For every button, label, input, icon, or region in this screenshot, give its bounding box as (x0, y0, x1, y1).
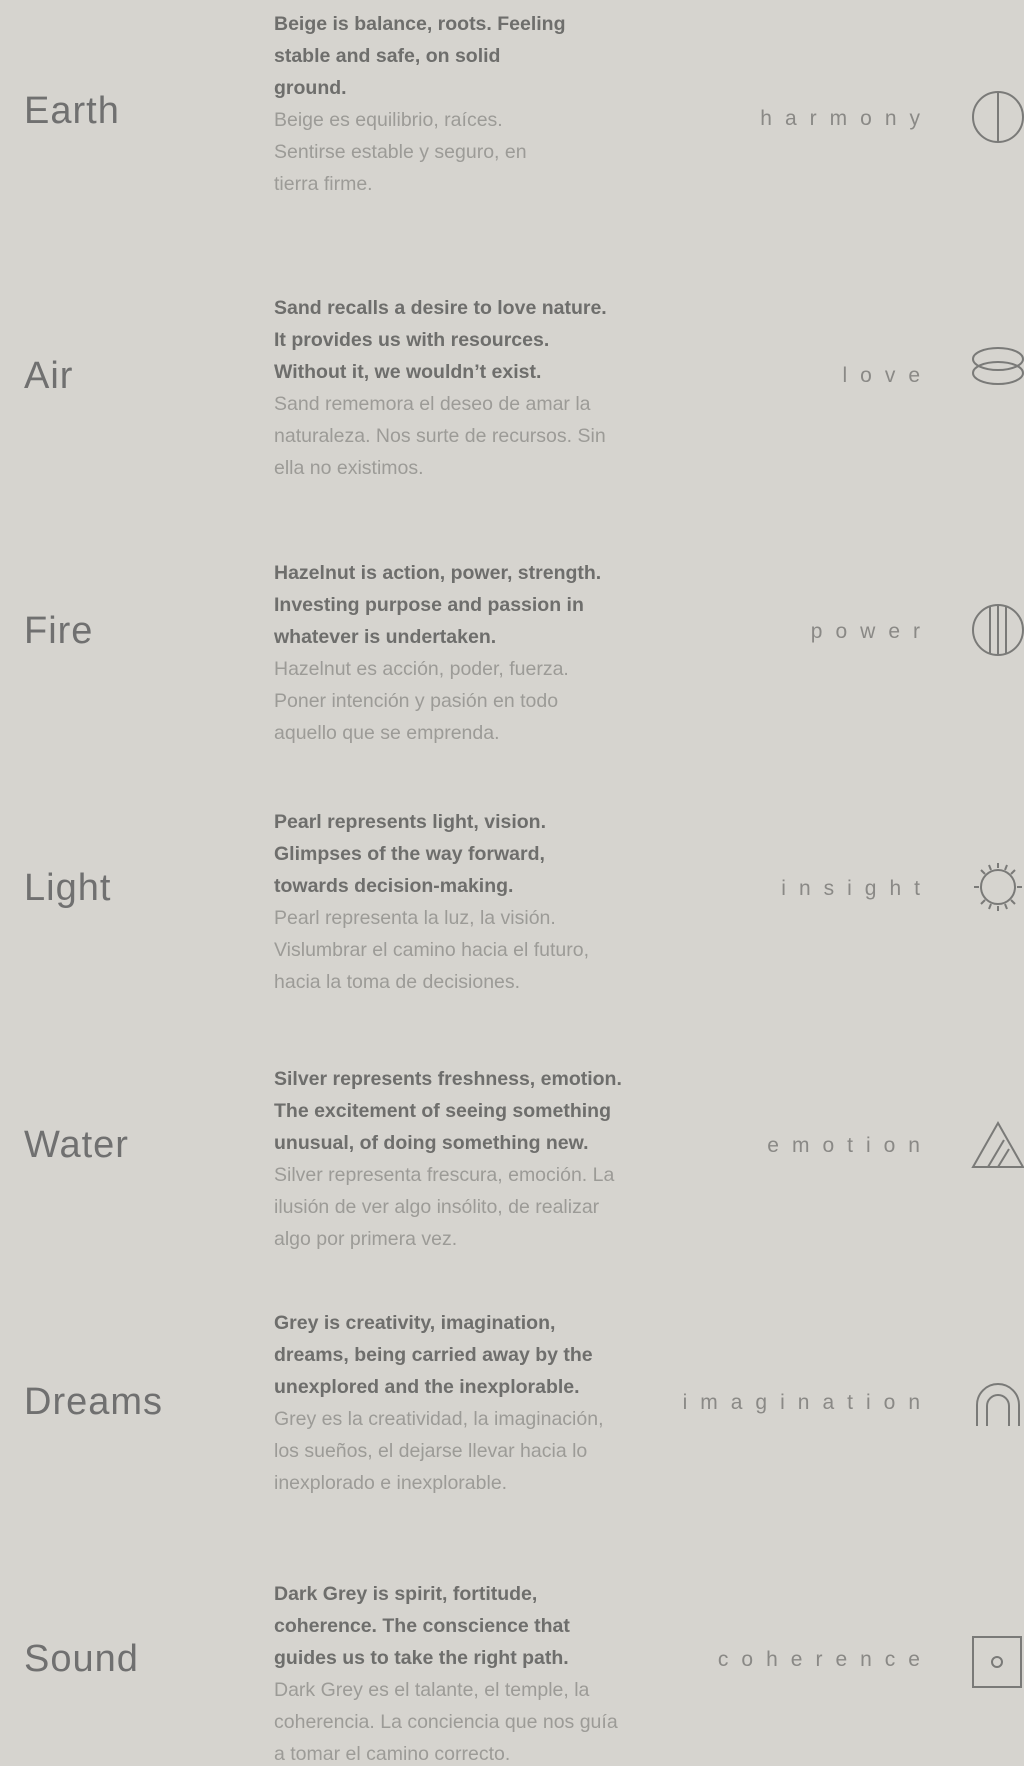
arch-icon (968, 1373, 1024, 1433)
spanish-text: Hazelnut es acción, poder, fuerza. Poner… (274, 658, 569, 744)
element-name: Light (24, 867, 112, 909)
square-dot-icon (968, 1631, 1024, 1691)
spanish-text: Beige es equilibrio, raíces. Sentirse es… (274, 109, 527, 195)
element-description: Dark Grey is spirit, fortitude, coherenc… (274, 1578, 624, 1766)
element-keyword: love (842, 364, 933, 387)
spanish-text: Grey es la creatividad, la imaginación, … (274, 1408, 604, 1494)
element-keyword: insight (781, 877, 933, 900)
element-keyword: imagination (682, 1391, 933, 1414)
sun-icon (968, 857, 1024, 917)
element-keyword: emotion (767, 1134, 933, 1157)
element-description: Pearl represents light, vision. Glimpses… (274, 806, 614, 998)
element-description: Grey is creativity, imagination, dreams,… (274, 1307, 624, 1499)
english-text: Hazelnut is action, power, strength. Inv… (274, 562, 602, 648)
element-name: Air (24, 355, 74, 397)
english-text: Pearl represents light, vision. Glimpses… (274, 811, 547, 897)
element-name: Fire (24, 610, 94, 652)
english-text: Silver represents freshness, emotion. Th… (274, 1068, 622, 1154)
element-keyword: harmony (760, 107, 933, 130)
spanish-text: Dark Grey es el talante, el temple, la c… (274, 1679, 618, 1765)
ellipse-stack-icon (968, 343, 1024, 403)
element-description: Silver represents freshness, emotion. Th… (274, 1063, 624, 1255)
circle-three-lines-icon (968, 600, 1024, 660)
spanish-text: Pearl representa la luz, la visión. Visl… (274, 907, 590, 993)
element-name: Water (24, 1124, 129, 1166)
spanish-text: Sand rememora el deseo de amar la natura… (274, 393, 606, 479)
element-description: Beige is balance, roots. Feeling stable … (274, 8, 574, 200)
element-name: Dreams (24, 1381, 164, 1423)
english-text: Dark Grey is spirit, fortitude, coherenc… (274, 1583, 570, 1669)
element-name: Sound (24, 1638, 139, 1680)
english-text: Sand recalls a desire to love nature. It… (274, 297, 607, 383)
element-description: Sand recalls a desire to love nature. It… (274, 292, 624, 484)
element-description: Hazelnut is action, power, strength. Inv… (274, 557, 614, 749)
element-keyword: coherence (717, 1648, 933, 1671)
element-keyword: power (810, 620, 933, 643)
english-text: Beige is balance, roots. Feeling stable … (274, 13, 566, 99)
circle-vertical-line-icon (968, 88, 1024, 148)
element-name: Earth (24, 90, 120, 132)
english-text: Grey is creativity, imagination, dreams,… (274, 1312, 593, 1398)
spanish-text: Silver representa frescura, emoción. La … (274, 1164, 615, 1250)
triangle-lines-icon (968, 1116, 1024, 1176)
